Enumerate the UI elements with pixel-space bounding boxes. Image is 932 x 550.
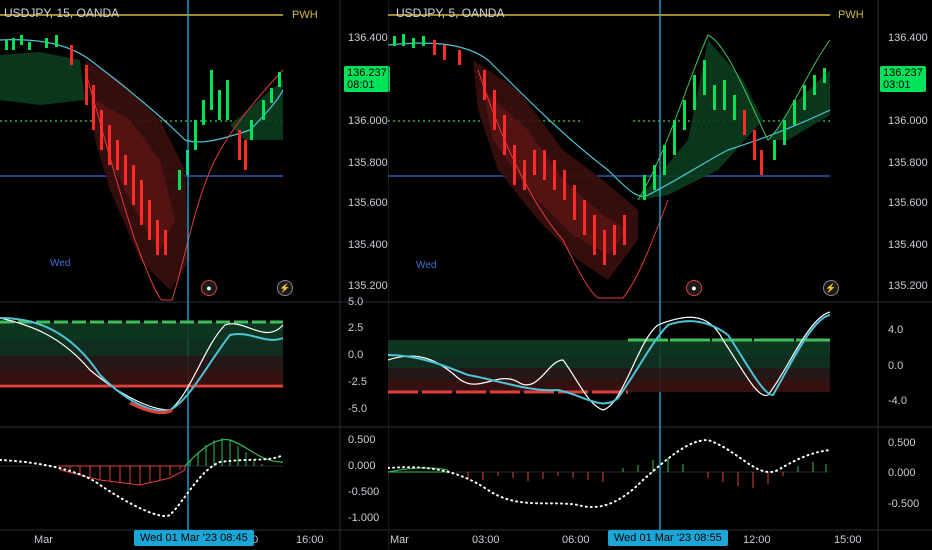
flag-icon[interactable]: ●	[686, 280, 702, 296]
time-label: 12:00	[743, 534, 771, 546]
current-price-box: 136.237 08:01	[344, 66, 390, 92]
time-label: 16:00	[296, 534, 324, 546]
price-tick: 135.200	[888, 280, 928, 292]
symbol-label[interactable]: USDJPY, 5, OANDA	[396, 6, 504, 20]
price-tick: 135.600	[348, 197, 388, 209]
osc-zone-dark	[388, 356, 830, 368]
current-price: 136.237	[347, 67, 387, 79]
current-price-box: 136.237 03:01	[880, 66, 926, 92]
osc-tick: -4.0	[888, 395, 907, 407]
time-label: Mar	[34, 534, 53, 546]
price-tick: 135.800	[348, 157, 388, 169]
bar-countdown: 08:01	[347, 79, 375, 91]
price-tick: 135.400	[888, 239, 928, 251]
hist-dots	[388, 438, 831, 508]
bull-cloud-2	[230, 80, 283, 140]
time-label: 15:00	[834, 534, 862, 546]
left-chart-canvas[interactable]	[0, 0, 388, 550]
session-label: Wed	[50, 258, 71, 269]
left-chart[interactable]: USDJPY, 15, OANDA PWH 136.400 136.000 13…	[0, 0, 390, 550]
osc-tick: 0.0	[348, 349, 364, 361]
price-tick: 136.400	[348, 32, 388, 44]
osc-zone-red2	[0, 370, 283, 384]
current-price: 136.237	[883, 67, 923, 79]
hist-tick: 0.500	[348, 434, 376, 446]
osc-zone-red1	[0, 356, 283, 370]
price-tick: 135.400	[348, 239, 388, 251]
price-tick: 135.800	[888, 157, 928, 169]
osc-zone-dark	[0, 340, 283, 356]
hist-envelope	[184, 439, 284, 467]
price-tick: 136.000	[888, 115, 928, 127]
osc-red-segment	[129, 401, 173, 415]
right-chart[interactable]: USDJPY, 5, OANDA PWH 136.400 136.000 135…	[388, 0, 932, 550]
osc-zone-green	[388, 340, 830, 356]
price-tick: 136.000	[348, 115, 388, 127]
osc-tick: 5.0	[348, 296, 364, 308]
osc-tick: 4.0	[888, 324, 904, 336]
crosshair-time-label: Wed 01 Mar '23 08:45	[134, 530, 254, 546]
hist-dots	[0, 454, 284, 517]
hist-tick: -1.000	[348, 512, 380, 524]
hist-tick: -0.500	[888, 498, 920, 510]
osc-tick: -5.0	[348, 403, 367, 415]
pwh-label: PWH	[838, 9, 864, 21]
lightning-icon[interactable]: ⚡	[823, 280, 839, 296]
osc-tick: 2.5	[348, 322, 364, 334]
osc-tick: 0.0	[888, 360, 904, 372]
bar-countdown: 03:01	[883, 79, 911, 91]
time-label: 03:00	[472, 534, 500, 546]
crosshair-time-label: Wed 01 Mar '23 08:55	[608, 530, 728, 546]
osc-tick: -2.5	[348, 376, 367, 388]
pwh-label: PWH	[292, 9, 318, 21]
hist-tick: 0.000	[348, 460, 376, 472]
hist-tick: 0.000	[888, 467, 916, 479]
price-tick: 135.200	[348, 280, 388, 292]
right-chart-canvas[interactable]	[388, 0, 932, 550]
time-label: 06:00	[562, 534, 590, 546]
symbol-label[interactable]: USDJPY, 15, OANDA	[4, 6, 119, 20]
price-tick: 135.600	[888, 197, 928, 209]
time-label: Mar	[390, 534, 409, 546]
lightning-icon[interactable]: ⚡	[277, 280, 293, 296]
session-label: Wed	[416, 260, 437, 271]
hist-red	[59, 465, 186, 486]
upper-band	[388, 42, 831, 197]
hist-tick: 0.500	[888, 437, 916, 449]
price-tick: 136.400	[888, 32, 928, 44]
flag-icon[interactable]: ●	[201, 280, 217, 296]
hist-tick: -0.500	[348, 486, 380, 498]
